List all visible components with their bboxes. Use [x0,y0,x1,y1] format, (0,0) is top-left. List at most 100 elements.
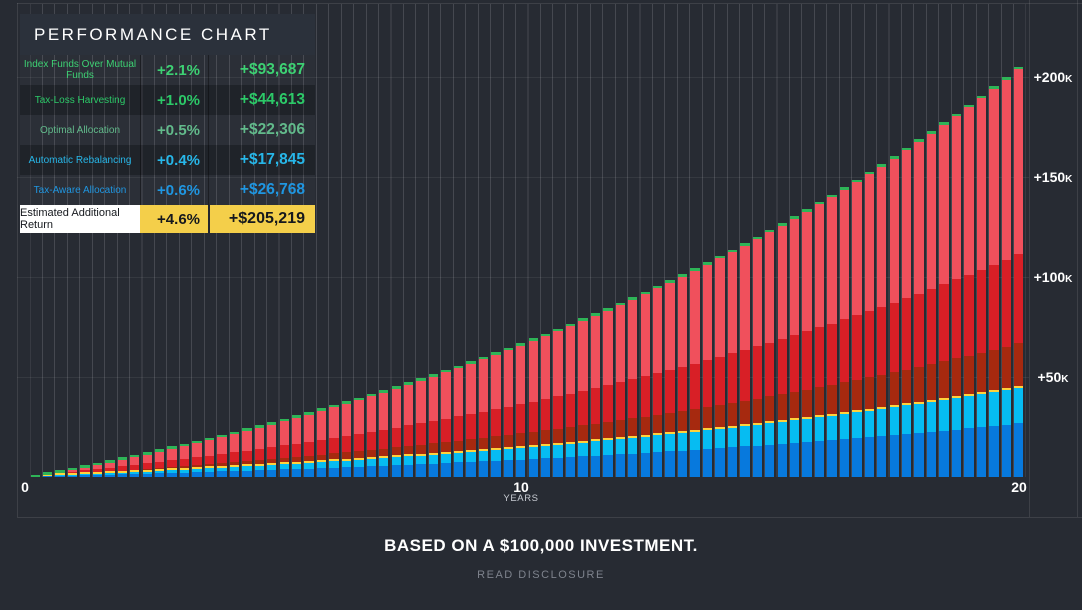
stacked-bar[interactable] [802,209,811,477]
bar-segment [317,408,326,439]
stacked-bar[interactable] [55,470,64,477]
stacked-bar[interactable] [167,446,176,477]
stacked-bar[interactable] [354,398,363,477]
legend-row[interactable]: Index Funds Over Mutual Funds+2.1%+$93,6… [20,55,315,85]
stacked-bar[interactable] [155,449,164,477]
stacked-bar[interactable] [130,455,139,477]
stacked-bar[interactable] [242,428,251,477]
stacked-bar[interactable] [566,324,575,477]
stacked-bar[interactable] [491,352,500,477]
stacked-bar[interactable] [927,131,936,477]
stacked-bar[interactable] [404,382,413,477]
stacked-bar[interactable] [753,237,762,477]
bar-top-cap [827,195,836,198]
stacked-bar[interactable] [553,329,562,477]
stacked-bar[interactable] [255,425,264,477]
stacked-bar[interactable] [205,438,214,477]
stacked-bar[interactable] [728,250,737,477]
legend-row[interactable]: Optimal Allocation+0.5%+$22,306 [20,115,315,145]
stacked-bar[interactable] [914,139,923,477]
stacked-bar[interactable] [827,195,836,477]
stacked-bar[interactable] [653,286,662,477]
stacked-bar[interactable] [591,313,600,477]
read-disclosure-link[interactable]: READ DISCLOSURE [0,569,1082,581]
stacked-bar[interactable] [143,452,152,477]
segment-boundary-line [180,468,189,470]
stacked-bar[interactable] [93,463,102,477]
stacked-bar[interactable] [952,114,961,477]
stacked-bar[interactable] [790,216,799,477]
bar-segment [665,370,674,413]
bar-segment [429,374,438,421]
stacked-bar[interactable] [230,432,239,477]
stacked-bar[interactable] [43,472,52,477]
stacked-bar[interactable] [977,96,986,477]
stacked-bar[interactable] [118,457,127,477]
stacked-bar[interactable] [765,230,774,477]
stacked-bar[interactable] [416,378,425,477]
stacked-bar[interactable] [678,274,687,477]
stacked-bar[interactable] [31,475,40,477]
stacked-bar[interactable] [939,122,948,477]
stacked-bar[interactable] [902,148,911,477]
stacked-bar[interactable] [367,394,376,477]
stacked-bar[interactable] [304,412,313,477]
stacked-bar[interactable] [317,408,326,477]
stacked-bar[interactable] [466,361,475,477]
legend-row-total[interactable]: Estimated Additional Return +4.6% +$205,… [20,205,315,233]
segment-boundary-line [591,439,600,441]
stacked-bar[interactable] [603,308,612,477]
bar-segment [317,440,326,455]
stacked-bar[interactable] [454,366,463,477]
stacked-bar[interactable] [815,202,824,477]
stacked-bar[interactable] [292,415,301,477]
stacked-bar[interactable] [392,386,401,477]
stacked-bar[interactable] [529,338,538,477]
stacked-bar[interactable] [280,419,289,477]
legend-row[interactable]: Automatic Rebalancing+0.4%+$17,845 [20,145,315,175]
stacked-bar[interactable] [690,268,699,477]
bar-segment [491,461,500,477]
stacked-bar[interactable] [890,156,899,477]
stacked-bar[interactable] [665,280,674,477]
stacked-bar[interactable] [715,256,724,477]
stacked-bar[interactable] [267,422,276,477]
stacked-bar[interactable] [429,374,438,477]
stacked-bar[interactable] [628,297,637,477]
stacked-bar[interactable] [964,105,973,477]
stacked-bar[interactable] [441,370,450,477]
bar-top-cap [603,308,612,311]
stacked-bar[interactable] [68,468,77,477]
stacked-bar[interactable] [541,334,550,477]
stacked-bar[interactable] [616,303,625,477]
bar-top-cap [628,297,637,300]
stacked-bar[interactable] [778,223,787,477]
stacked-bar[interactable] [703,262,712,477]
bar-segment [840,439,849,477]
stacked-bar[interactable] [989,86,998,477]
stacked-bar[interactable] [877,164,886,477]
stacked-bar[interactable] [504,348,513,477]
stacked-bar[interactable] [516,343,525,477]
stacked-bar[interactable] [1002,77,1011,477]
stacked-bar[interactable] [840,187,849,477]
stacked-bar[interactable] [329,405,338,477]
legend-row[interactable]: Tax-Aware Allocation+0.6%+$26,768 [20,175,315,205]
stacked-bar[interactable] [865,172,874,477]
bar-top-cap [865,172,874,175]
stacked-bar[interactable] [641,292,650,477]
stacked-bar[interactable] [217,435,226,477]
stacked-bar[interactable] [740,243,749,477]
stacked-bar[interactable] [342,401,351,477]
stacked-bar[interactable] [578,318,587,477]
stacked-bar[interactable] [192,441,201,477]
bar-segment [1002,77,1011,260]
legend-row[interactable]: Tax-Loss Harvesting+1.0%+$44,613 [20,85,315,115]
stacked-bar[interactable] [80,465,89,477]
stacked-bar[interactable] [105,460,114,477]
stacked-bar[interactable] [180,444,189,477]
stacked-bar[interactable] [379,390,388,477]
stacked-bar[interactable] [852,180,861,477]
stacked-bar[interactable] [479,357,488,477]
stacked-bar[interactable] [1014,67,1023,477]
